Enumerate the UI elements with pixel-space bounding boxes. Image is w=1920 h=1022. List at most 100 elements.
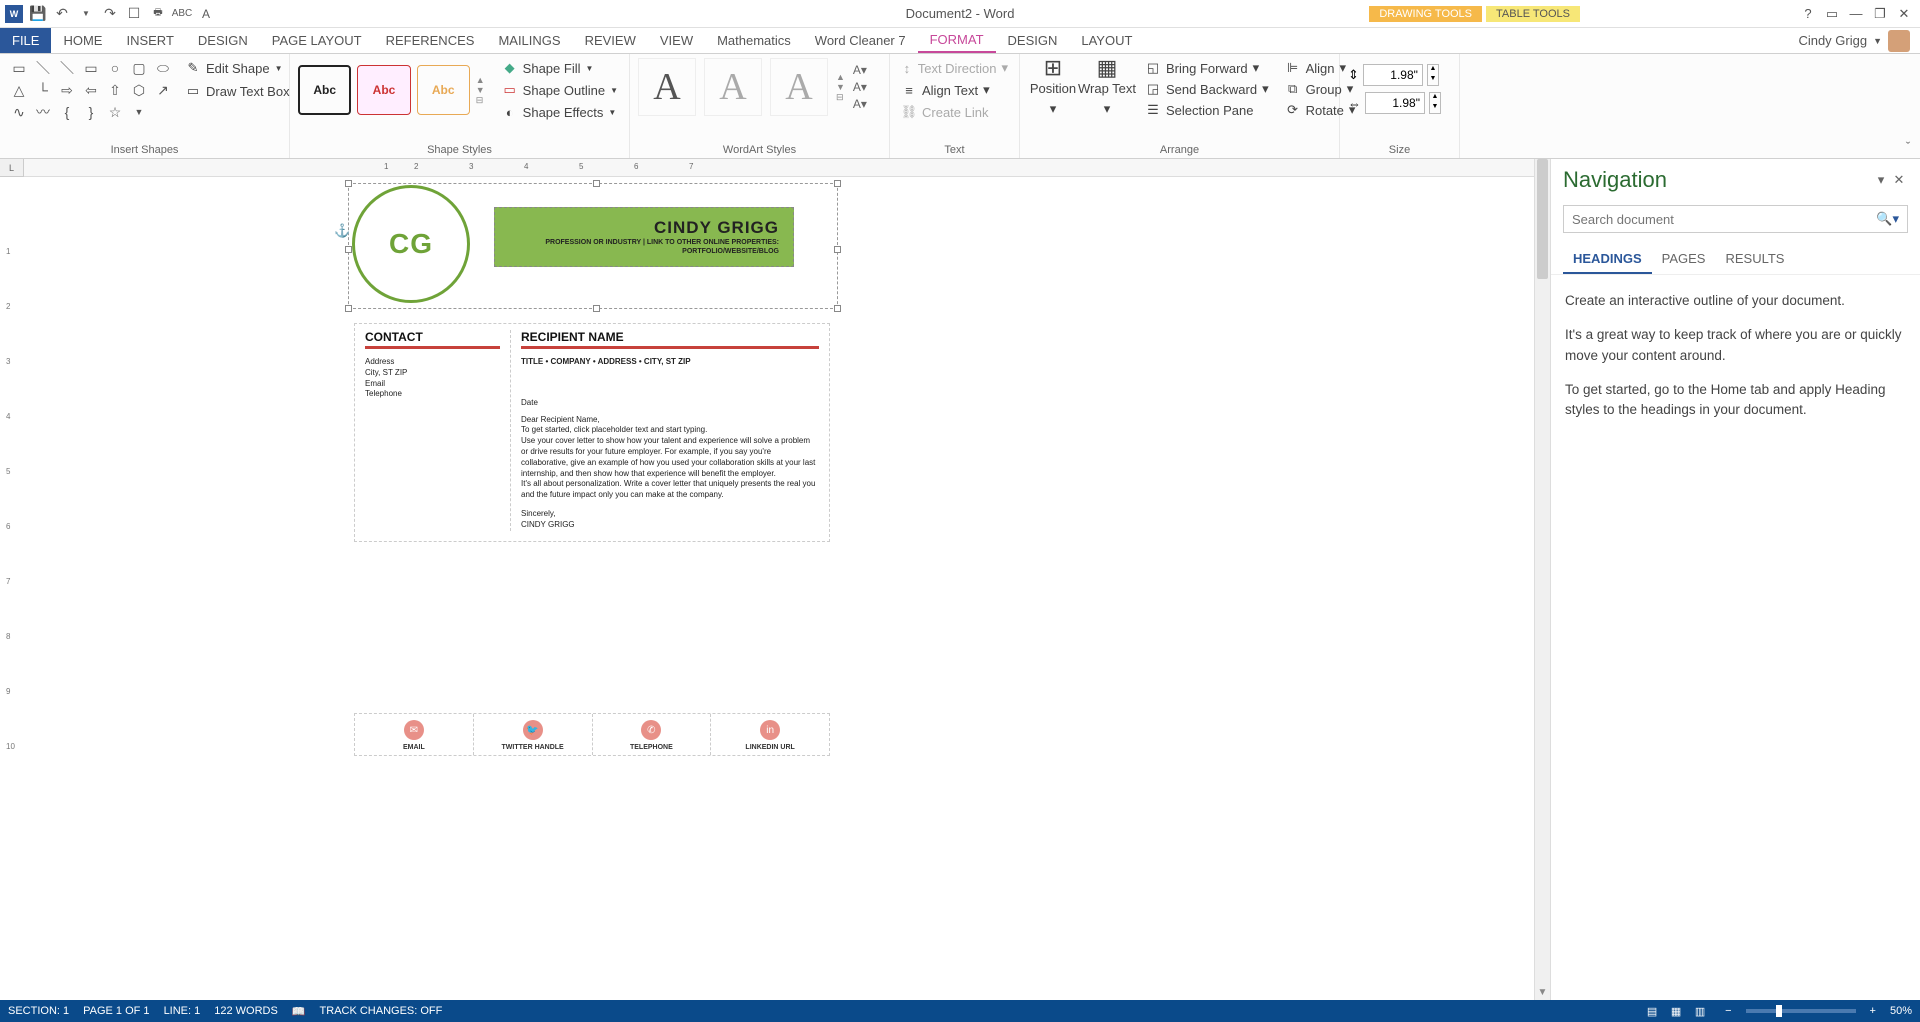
tab-references[interactable]: REFERENCES bbox=[374, 28, 487, 53]
handle-w[interactable] bbox=[345, 246, 352, 253]
shape-effects-button[interactable]: ◐Shape Effects ▼ bbox=[499, 102, 621, 122]
handle-sw[interactable] bbox=[345, 305, 352, 312]
shape-curve-icon[interactable]: ∿ bbox=[8, 102, 30, 122]
zoom-in-icon[interactable]: + bbox=[1870, 1005, 1876, 1017]
shape-brace-l-icon[interactable]: { bbox=[56, 102, 78, 122]
position-button[interactable]: ⊞Position▾ bbox=[1028, 58, 1078, 120]
shape-height-input[interactable] bbox=[1363, 64, 1423, 86]
shape-triangle-icon[interactable]: △ bbox=[8, 80, 30, 100]
wordart-preset-2[interactable]: A bbox=[704, 58, 762, 116]
send-backward-button[interactable]: ◲Send Backward ▾ bbox=[1142, 79, 1272, 99]
shape-arrow3-icon[interactable]: ⇧ bbox=[104, 80, 126, 100]
restore-icon[interactable]: ❐ bbox=[1870, 4, 1890, 24]
ribbon-display-icon[interactable]: ▭ bbox=[1822, 4, 1842, 24]
shape-textbox-icon[interactable]: ▭ bbox=[8, 58, 30, 78]
proofing-icon[interactable]: 📖 bbox=[292, 1005, 306, 1018]
shape-oval-icon[interactable]: ○ bbox=[104, 58, 126, 78]
shape-more1-icon[interactable]: ⬭ bbox=[152, 58, 174, 78]
shape-outline-button[interactable]: ▭Shape Outline ▼ bbox=[499, 80, 621, 100]
undo-icon[interactable]: ↶ bbox=[52, 4, 72, 24]
scroll-thumb[interactable] bbox=[1537, 159, 1548, 279]
shape-star-icon[interactable]: ☆ bbox=[104, 102, 126, 122]
search-icon[interactable]: 🔍▾ bbox=[1876, 211, 1899, 227]
nav-close-icon[interactable]: ✕ bbox=[1890, 172, 1908, 188]
create-link-button[interactable]: ⛓Create Link bbox=[898, 102, 1011, 122]
tab-word-cleaner[interactable]: Word Cleaner 7 bbox=[803, 28, 918, 53]
initials-circle[interactable]: CG bbox=[352, 185, 470, 303]
redo-icon[interactable]: ↷ bbox=[100, 4, 120, 24]
draw-text-box-button[interactable]: ▭Draw Text Box bbox=[182, 81, 293, 101]
nav-dropdown-icon[interactable]: ▾ bbox=[1872, 172, 1890, 188]
nav-tab-headings[interactable]: HEADINGS bbox=[1563, 245, 1652, 274]
bring-forward-button[interactable]: ◱Bring Forward ▾ bbox=[1142, 58, 1272, 78]
save-icon[interactable]: 💾 bbox=[28, 4, 48, 24]
vertical-scrollbar[interactable]: ▼ bbox=[1534, 159, 1550, 1000]
shape-hex-icon[interactable]: ⬡ bbox=[128, 80, 150, 100]
shape-style-preset-2[interactable]: Abc bbox=[357, 65, 410, 115]
shape-arrow4-icon[interactable]: ↗ bbox=[152, 80, 174, 100]
collapse-ribbon-button[interactable]: ˇ bbox=[1896, 54, 1920, 158]
wa-down-icon[interactable]: ▼ bbox=[836, 82, 845, 92]
help-icon[interactable]: ? bbox=[1798, 4, 1818, 24]
shape-line-icon[interactable]: ＼ bbox=[32, 58, 54, 78]
edit-shape-button[interactable]: ✎Edit Shape ▼ bbox=[182, 58, 293, 78]
text-direction-button[interactable]: ↕Text Direction▾ bbox=[898, 58, 1011, 78]
tab-insert[interactable]: INSERT bbox=[114, 28, 185, 53]
zoom-thumb[interactable] bbox=[1776, 1005, 1782, 1017]
tab-home[interactable]: HOME bbox=[51, 28, 114, 53]
text-outline-icon[interactable]: A▾ bbox=[853, 80, 867, 94]
print-layout-icon[interactable]: ▦ bbox=[1665, 1002, 1687, 1020]
tab-review[interactable]: REVIEW bbox=[573, 28, 648, 53]
header-banner[interactable]: CINDY GRIGG PROFESSION OR INDUSTRY | LIN… bbox=[494, 207, 794, 267]
wordart-preset-1[interactable]: A bbox=[638, 58, 696, 116]
close-icon[interactable]: ✕ bbox=[1894, 4, 1914, 24]
tab-file[interactable]: FILE bbox=[0, 28, 51, 53]
scroll-down-icon[interactable]: ▼ bbox=[1535, 987, 1550, 998]
wrap-text-button[interactable]: ▦Wrap Text▾ bbox=[1082, 58, 1132, 120]
ruler-corner[interactable]: L bbox=[0, 159, 24, 177]
nav-search[interactable]: 🔍▾ bbox=[1563, 205, 1908, 233]
wordart-preset-3[interactable]: A bbox=[770, 58, 828, 116]
status-line[interactable]: LINE: 1 bbox=[164, 1005, 201, 1017]
status-words[interactable]: 122 WORDS bbox=[214, 1005, 278, 1017]
handle-se[interactable] bbox=[834, 305, 841, 312]
tab-format[interactable]: FORMAT bbox=[918, 28, 996, 53]
shape-arrow2-icon[interactable]: ⇦ bbox=[80, 80, 102, 100]
tab-table-layout[interactable]: LAYOUT bbox=[1069, 28, 1144, 53]
handle-s[interactable] bbox=[593, 305, 600, 312]
nav-search-input[interactable] bbox=[1572, 212, 1876, 227]
web-layout-icon[interactable]: ▥ bbox=[1689, 1002, 1711, 1020]
tab-mailings[interactable]: MAILINGS bbox=[486, 28, 572, 53]
wa-up-icon[interactable]: ▲ bbox=[836, 72, 845, 82]
handle-nw[interactable] bbox=[345, 180, 352, 187]
status-track-changes[interactable]: TRACK CHANGES: OFF bbox=[320, 1005, 443, 1017]
tab-page-layout[interactable]: PAGE LAYOUT bbox=[260, 28, 374, 53]
align-text-button[interactable]: ≡Align Text▾ bbox=[898, 80, 1011, 100]
status-page[interactable]: PAGE 1 OF 1 bbox=[83, 1005, 149, 1017]
touch-mode-icon[interactable]: ☐ bbox=[124, 4, 144, 24]
shape-brace-r-icon[interactable]: } bbox=[80, 102, 102, 122]
wa-more-icon[interactable]: ⊟ bbox=[836, 92, 845, 103]
status-section[interactable]: SECTION: 1 bbox=[8, 1005, 69, 1017]
shape-width-input[interactable] bbox=[1365, 92, 1425, 114]
shape-elbow-icon[interactable]: └ bbox=[32, 80, 54, 100]
minimize-icon[interactable]: — bbox=[1846, 4, 1866, 24]
width-spinner[interactable]: ▲▼ bbox=[1429, 92, 1441, 114]
spell-check-icon[interactable]: ABC bbox=[172, 4, 192, 24]
zoom-slider[interactable] bbox=[1746, 1009, 1856, 1013]
gallery-up-icon[interactable]: ▲ bbox=[476, 75, 485, 85]
gallery-down-icon[interactable]: ▼ bbox=[476, 85, 485, 95]
user-account[interactable]: Cindy Grigg ▼ bbox=[1798, 28, 1920, 53]
font-color-icon[interactable]: A bbox=[196, 4, 216, 24]
shape-curve2-icon[interactable]: 〰 bbox=[32, 102, 54, 122]
height-spinner[interactable]: ▲▼ bbox=[1427, 64, 1439, 86]
selection-pane-button[interactable]: ☰Selection Pane bbox=[1142, 100, 1272, 120]
tab-view[interactable]: VIEW bbox=[648, 28, 705, 53]
shape-fill-button[interactable]: ◆Shape Fill ▼ bbox=[499, 58, 621, 78]
shape-line2-icon[interactable]: ＼ bbox=[56, 58, 78, 78]
gallery-more-icon[interactable]: ⊟ bbox=[476, 95, 485, 106]
handle-n[interactable] bbox=[593, 180, 600, 187]
shape-arrow-icon[interactable]: ⇨ bbox=[56, 80, 78, 100]
shapes-gallery[interactable]: ▭ ＼ ＼ ▭ ○ ▢ ⬭ △ └ ⇨ ⇦ ⇧ ⬡ ↗ ∿ 〰 { } ☆ ▼ bbox=[8, 58, 174, 122]
tab-design[interactable]: DESIGN bbox=[186, 28, 260, 53]
